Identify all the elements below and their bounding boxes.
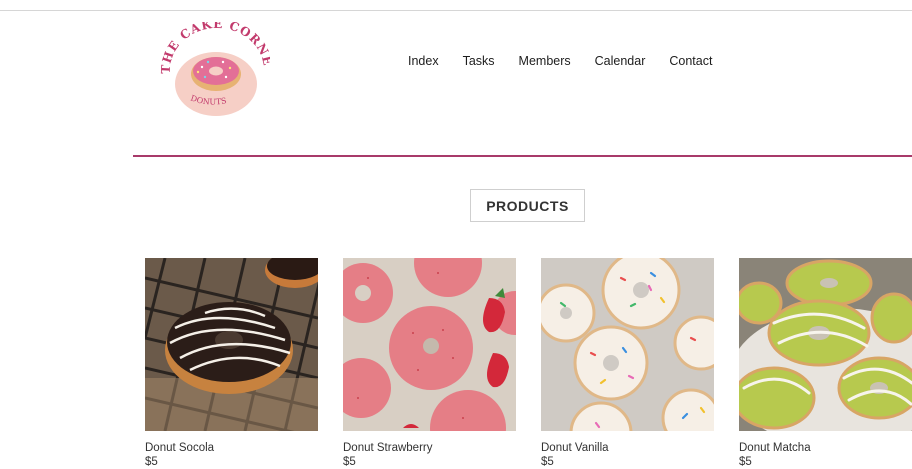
product-card[interactable]: Donut Vanilla $5	[541, 258, 714, 469]
product-name[interactable]: Donut Vanilla	[541, 441, 714, 455]
strawberry-donut-image[interactable]	[343, 258, 516, 431]
top-border	[0, 10, 912, 11]
nav-tasks[interactable]: Tasks	[463, 54, 495, 68]
nav-calendar[interactable]: Calendar	[595, 54, 646, 68]
product-name[interactable]: Donut Socola	[145, 441, 318, 455]
header-divider	[133, 155, 912, 157]
product-name[interactable]: Donut Strawberry	[343, 441, 516, 455]
product-card[interactable]: Donut Socola $5	[145, 258, 318, 469]
products-heading: PRODUCTS	[470, 189, 585, 222]
matcha-donut-image[interactable]	[739, 258, 912, 431]
nav-members[interactable]: Members	[519, 54, 571, 68]
nav-contact[interactable]: Contact	[669, 54, 712, 68]
main-nav: Index Tasks Members Calendar Contact	[408, 54, 736, 68]
chocolate-donut-image[interactable]	[145, 258, 318, 431]
product-card[interactable]: Donut Strawberry $5	[343, 258, 516, 469]
product-card[interactable]: Donut Matcha $5	[739, 258, 912, 469]
product-name[interactable]: Donut Matcha	[739, 441, 912, 455]
cake-corner-logo[interactable]: THE CAKE CORNER DONUTS	[160, 22, 270, 118]
vanilla-sprinkle-donut-image[interactable]	[541, 258, 714, 431]
nav-index[interactable]: Index	[408, 54, 439, 68]
